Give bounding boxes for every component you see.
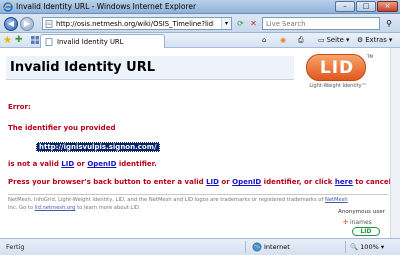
home-icon[interactable]: ⌂: [262, 35, 276, 46]
mini-lid-badge[interactable]: LID: [352, 227, 380, 236]
footer-learn-text: to learn more about LID.: [77, 205, 141, 211]
tab-invalid-identity[interactable]: Invalid Identity URL: [40, 34, 165, 48]
status-bar: Fertig Internet 🔍 100% ▾: [0, 238, 400, 255]
zone-label: Internet: [264, 243, 290, 251]
stop-icon[interactable]: ✕: [248, 18, 259, 29]
address-toolbar: ◀ ▶ http://osis.netmesh.org/wiki/OSIS_Ti…: [0, 14, 400, 33]
lid-logo-subtitle: Light-Weight Identity™: [309, 83, 367, 89]
or-text: or: [76, 160, 85, 168]
window-title: Invalid Identity URL - Windows Internet …: [16, 2, 197, 11]
window-titlebar: Invalid Identity URL - Windows Internet …: [0, 0, 400, 14]
footer-divider: [8, 194, 388, 195]
lid-logo-text: LID: [319, 58, 355, 78]
back-text: Press your browser's back button to ente…: [8, 178, 204, 186]
back-instructions: Press your browser's back button to ente…: [8, 178, 394, 186]
minimize-button[interactable]: –: [335, 1, 355, 12]
tools-menu-label: Extras: [365, 36, 387, 44]
provided-identifier: http://ignisvulpis.signon.com/: [36, 142, 160, 152]
openid-link[interactable]: OpenID: [87, 160, 116, 168]
page-icon: [45, 38, 53, 46]
quick-tabs-icon[interactable]: [31, 36, 39, 44]
address-dropdown-icon[interactable]: ▾: [221, 18, 231, 29]
back-identifier-text: identifier, or click: [263, 178, 333, 186]
tab-label: Invalid Identity URL: [57, 38, 124, 46]
footer-lid-site-link[interactable]: lid.netmesh.org: [35, 205, 76, 211]
lid-logo: LID TM Light-Weight Identity™: [306, 54, 373, 94]
back-openid-link[interactable]: OpenID: [232, 178, 261, 186]
page-menu-label: Seite: [326, 36, 344, 44]
search-input[interactable]: [266, 19, 366, 29]
footer-inc-text: Inc. Go to: [8, 205, 34, 211]
footer-trademark-line: NetMesh, InfoGrid, Light-Weight Identity…: [8, 197, 348, 203]
page-content: Invalid Identity URL LID TM Light-Weight…: [0, 48, 400, 238]
back-or-text: or: [221, 178, 230, 186]
status-text: Fertig: [6, 243, 25, 251]
lid-logo-tm: TM: [367, 54, 373, 59]
footer-trademark-text: NetMesh, InfoGrid, Light-Weight Identity…: [8, 197, 324, 203]
page-title: Invalid Identity URL: [10, 60, 156, 75]
internet-zone-icon: [252, 242, 262, 252]
back-end-text: to cancel.: [355, 178, 394, 186]
status-separator: [245, 241, 246, 253]
footer-learn-line: Inc. Go to lid.netmesh.org to learn more…: [8, 205, 141, 211]
page-header: Invalid Identity URL: [6, 56, 294, 80]
inames-text: inames: [349, 219, 372, 226]
feeds-icon[interactable]: ◉: [280, 35, 294, 46]
favorites-star-icon[interactable]: ★: [3, 35, 12, 46]
error-provided-text: The identifier you provided: [8, 124, 116, 132]
forward-button[interactable]: ▶: [20, 17, 34, 31]
error-label: Error:: [8, 103, 31, 111]
cancel-here-link[interactable]: here: [335, 178, 353, 186]
inames-logo-icon: ✣: [343, 219, 349, 226]
not-valid-prefix: is not a valid: [8, 160, 59, 168]
zoom-level[interactable]: 🔍 100% ▾: [350, 243, 384, 251]
inames-badge[interactable]: ✣ inames: [343, 219, 372, 226]
internet-explorer-icon: [3, 2, 13, 12]
back-lid-link[interactable]: LID: [206, 178, 219, 186]
address-field[interactable]: http://osis.netmesh.org/wiki/OSIS_Timeli…: [42, 17, 232, 30]
close-window-button[interactable]: ×: [377, 1, 398, 12]
vertical-scrollbar[interactable]: [390, 48, 400, 238]
error-not-valid-line: is not a valid LID or OpenID identifier.: [8, 160, 157, 168]
search-icon[interactable]: ⚲: [382, 17, 396, 30]
anonymous-user-label: Anonymous user: [338, 209, 385, 215]
add-favorites-icon[interactable]: ✚: [15, 35, 23, 46]
address-url: http://osis.netmesh.org/wiki/OSIS_Timeli…: [56, 20, 214, 28]
zoom-value: 100%: [360, 243, 379, 251]
lid-link[interactable]: LID: [61, 160, 74, 168]
tools-menu[interactable]: ⚙ Extras ▾: [357, 35, 395, 46]
back-button[interactable]: ◀: [4, 17, 18, 31]
refresh-icon[interactable]: ⟳: [235, 18, 246, 29]
identifier-word: identifier.: [118, 160, 157, 168]
status-separator: [345, 241, 346, 253]
footer-netmesh-link[interactable]: NetMesh: [325, 197, 348, 203]
search-box[interactable]: [262, 17, 380, 30]
print-icon[interactable]: ⎙: [298, 35, 312, 46]
page-icon: [45, 20, 53, 28]
lid-logo-badge: LID: [306, 54, 366, 81]
tab-toolbar: ★ ✚ Invalid Identity URL ⌂ ◉ ⎙ ▭ Seite ▾…: [0, 33, 400, 48]
page-menu[interactable]: ▭ Seite ▾: [318, 35, 354, 46]
maximize-button[interactable]: □: [356, 1, 376, 12]
